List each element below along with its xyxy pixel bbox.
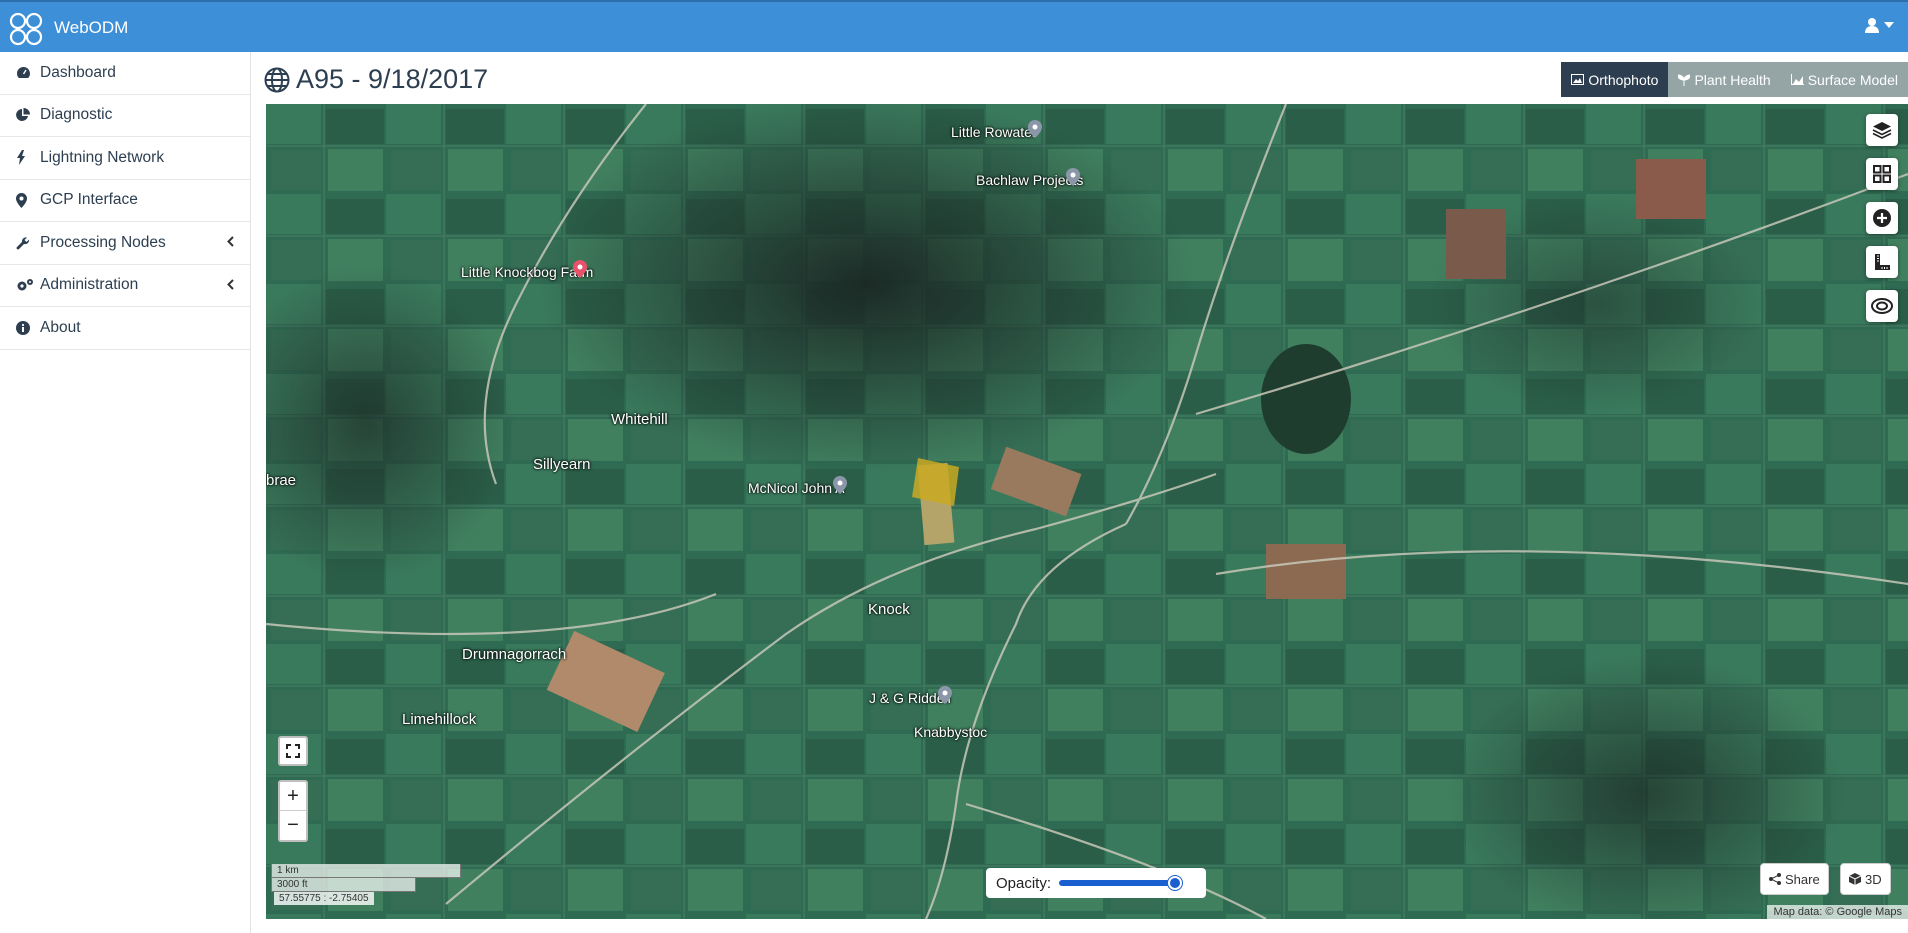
page-title-text: A95 - 9/18/2017 <box>296 64 489 94</box>
share-icon <box>1769 873 1781 885</box>
webodm-logo-icon[interactable] <box>8 11 44 47</box>
page-title: A95 - 9/18/2017 <box>264 64 488 95</box>
map-pin-icon[interactable] <box>938 686 952 704</box>
sidebar-item-administration[interactable]: Administration <box>0 265 250 307</box>
caret-down-icon <box>1884 22 1894 28</box>
map-pin-icon[interactable] <box>573 260 587 278</box>
dashboard-icon <box>16 66 36 79</box>
place-label: McNicol John A <box>748 480 845 496</box>
layers-icon <box>1872 122 1892 139</box>
grid-icon <box>1873 165 1891 183</box>
brand-name[interactable]: WebODM <box>54 18 128 38</box>
map-pin-icon[interactable] <box>1028 120 1042 138</box>
bolt-icon <box>16 150 36 166</box>
satellite-imagery <box>266 104 1908 919</box>
chevron-left-icon <box>227 278 234 293</box>
coordinates-readout: 57.55775 : -2.75405 <box>274 892 374 905</box>
sidebar-item-dashboard[interactable]: Dashboard <box>0 52 250 95</box>
view-tabs: Orthophoto Plant Health Surface Model <box>1561 62 1908 97</box>
sidebar-item-lightning-network[interactable]: Lightning Network <box>0 137 250 180</box>
chevron-left-icon <box>227 236 234 250</box>
tab-label: Orthophoto <box>1588 71 1659 88</box>
gears-icon <box>16 278 36 292</box>
image-icon <box>1571 74 1585 85</box>
fullscreen-button[interactable] <box>278 736 308 766</box>
scale-km: 1 km <box>271 864 461 878</box>
sidebar-item-label: Dashboard <box>40 63 116 81</box>
map-pin-icon[interactable] <box>833 476 847 494</box>
place-label: brae <box>266 472 297 489</box>
tab-plant-health[interactable]: Plant Health <box>1668 62 1781 97</box>
tab-label: Surface Model <box>1807 71 1898 88</box>
view-3d-button[interactable]: 3D <box>1840 863 1891 895</box>
opacity-label: Opacity: <box>996 874 1052 892</box>
share-label: Share <box>1785 871 1820 887</box>
map-view[interactable]: Little Rowater Bachlaw Projects Little K… <box>266 104 1908 919</box>
sidebar-item-label: Processing Nodes <box>40 233 166 251</box>
map-pin-icon[interactable] <box>1066 168 1080 186</box>
cube-icon <box>1849 873 1861 885</box>
sidebar-item-label: GCP Interface <box>40 191 138 209</box>
plus-circle-icon <box>1873 209 1891 227</box>
layers-button[interactable] <box>1866 114 1898 146</box>
sidebar-item-processing-nodes[interactable]: Processing Nodes <box>0 222 250 265</box>
map-marker-icon <box>16 192 36 208</box>
cesium-button[interactable] <box>1866 290 1898 322</box>
view-3d-label: 3D <box>1865 871 1882 887</box>
top-navbar: WebODM <box>0 0 1908 52</box>
place-label: Little Rowater <box>951 124 1037 140</box>
place-label: Sillyearn <box>533 456 591 473</box>
pie-chart-icon <box>16 108 36 122</box>
opacity-slider[interactable] <box>1059 876 1182 890</box>
user-menu[interactable] <box>1864 17 1894 33</box>
expand-icon <box>286 744 300 758</box>
ruler-icon <box>1875 254 1890 270</box>
main-content: A95 - 9/18/2017 Orthophoto Plant Health … <box>252 52 1908 933</box>
place-label: Drumnagorrach <box>462 646 567 663</box>
sidebar-item-label: Lightning Network <box>40 148 165 166</box>
grid-button[interactable] <box>1866 158 1898 190</box>
share-button[interactable]: Share <box>1760 863 1829 895</box>
place-label: Knabbystoc <box>914 724 988 740</box>
tab-surface-model[interactable]: Surface Model <box>1780 62 1908 97</box>
sidebar-item-label: Administration <box>40 276 139 294</box>
add-button[interactable] <box>1866 202 1898 234</box>
map-attribution: Map data: © Google Maps <box>1767 905 1908 919</box>
opacity-slider-thumb[interactable] <box>1167 876 1182 890</box>
scale-ft: 3000 ft <box>271 878 416 892</box>
sidebar-item-diagnostic[interactable]: Diagnostic <box>0 95 250 137</box>
zoom-in-button[interactable]: + <box>280 782 306 811</box>
globe-icon <box>264 67 290 92</box>
place-label: Limehillock <box>402 711 477 728</box>
sidebar-item-gcp-interface[interactable]: GCP Interface <box>0 180 250 222</box>
tab-label: Plant Health <box>1694 71 1771 88</box>
sidebar-item-label: Diagnostic <box>40 106 113 124</box>
zoom-control: + − <box>278 780 308 842</box>
map-controls <box>1866 114 1898 322</box>
zoom-out-button[interactable]: − <box>280 811 306 840</box>
sidebar-item-about[interactable]: About <box>0 307 250 350</box>
wrench-icon <box>16 236 36 250</box>
opacity-control: Opacity: <box>986 868 1206 898</box>
place-label: Whitehill <box>611 411 668 428</box>
place-label: Knock <box>868 601 910 618</box>
seedling-icon <box>1678 73 1691 86</box>
measure-button[interactable] <box>1866 246 1898 278</box>
area-chart-icon <box>1790 74 1804 85</box>
user-icon <box>1865 18 1879 33</box>
sidebar-item-label: About <box>40 318 81 336</box>
eye-icon <box>1871 298 1893 314</box>
info-icon <box>16 320 36 335</box>
tab-orthophoto[interactable]: Orthophoto <box>1561 62 1669 97</box>
sidebar: Dashboard Diagnostic Lightning Network G… <box>0 52 251 933</box>
